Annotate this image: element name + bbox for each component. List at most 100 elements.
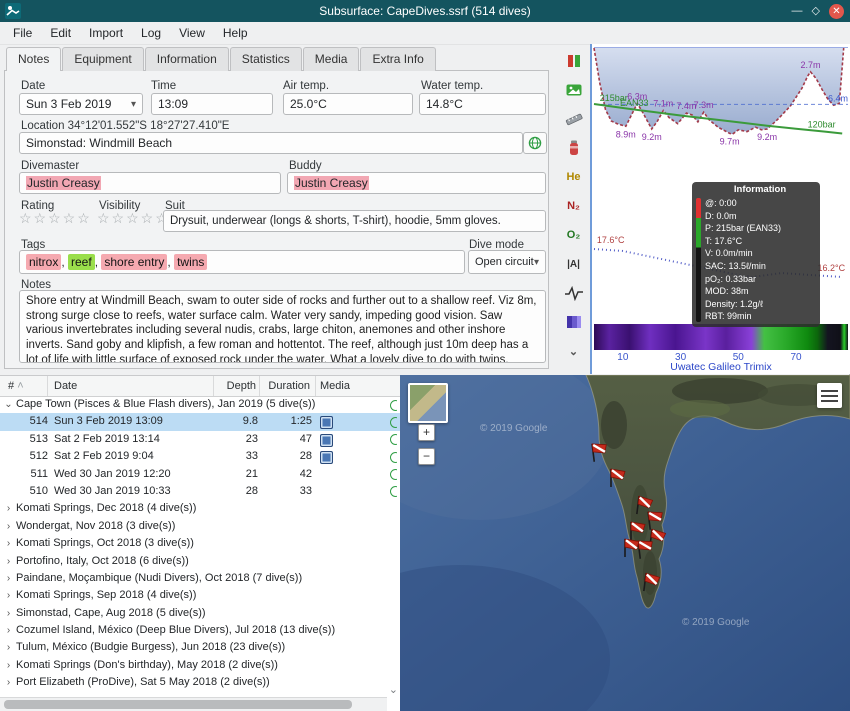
menu-file[interactable]: File: [4, 24, 41, 42]
dive-list: # ˄ Date Depth Duration Media ⌄ Cape Tow…: [0, 375, 400, 711]
ruler-toggle-button[interactable]: [562, 107, 586, 131]
air-temp-input[interactable]: 25.0°C: [283, 93, 413, 115]
table-row-dive-512[interactable]: 512 Sat 2 Feb 2019 9:04 33 28: [0, 448, 400, 465]
chevron-right-icon[interactable]: ›: [3, 639, 14, 656]
menu-edit[interactable]: Edit: [41, 24, 80, 42]
buddy-input[interactable]: Justin Creasy: [287, 172, 546, 194]
rating-stars[interactable]: ☆☆☆☆☆: [19, 210, 92, 227]
dive-flag-marker[interactable]: [589, 439, 612, 463]
svg-text:9.2m: 9.2m: [642, 132, 662, 142]
dive-profile-chart[interactable]: 6.4m103050706.3m7.1m7.4m7.3m2.7m8.9m9.2m…: [590, 44, 850, 374]
chevron-down-icon[interactable]: ⌄: [3, 396, 14, 413]
tag-chip[interactable]: nitrox: [26, 254, 61, 270]
chevron-right-icon[interactable]: ›: [3, 605, 14, 622]
tab-extra-info[interactable]: Extra Info: [360, 47, 435, 71]
chevron-right-icon[interactable]: ›: [3, 674, 14, 691]
dive-flag-marker[interactable]: [641, 570, 664, 594]
info-row: D: 0.0m: [705, 210, 815, 223]
globe-icon: [528, 136, 542, 150]
minimize-button[interactable]: —: [792, 3, 803, 19]
horizontal-scrollbar[interactable]: [0, 697, 387, 711]
edit-location-button[interactable]: [523, 132, 547, 154]
column-depth[interactable]: Depth: [214, 376, 260, 396]
tab-notes[interactable]: Notes: [6, 47, 61, 71]
map-menu-button[interactable]: [817, 383, 842, 408]
menu-help[interactable]: Help: [214, 24, 257, 42]
chevron-right-icon[interactable]: ›: [3, 518, 14, 535]
tag-chip[interactable]: shore entry: [101, 254, 167, 270]
pp-nitrogen-toggle-button[interactable]: N₂: [562, 194, 586, 218]
map-type-thumbnail[interactable]: [408, 383, 448, 423]
photos-toggle-button[interactable]: [562, 78, 586, 102]
zoom-in-button[interactable]: +: [418, 424, 435, 441]
tissues-icon: [565, 313, 583, 331]
menu-log[interactable]: Log: [132, 24, 170, 42]
tab-media[interactable]: Media: [303, 47, 360, 71]
chevron-right-icon[interactable]: ›: [3, 570, 14, 587]
visibility-stars[interactable]: ☆☆☆☆☆: [97, 210, 170, 227]
trip-row[interactable]: ›Paindane, Moçambique (Nudi Divers), Oct…: [0, 570, 400, 587]
heart-rate-toggle-button[interactable]: [562, 281, 586, 305]
suit-input[interactable]: Drysuit, underwear (longs & shorts, T-sh…: [163, 210, 546, 232]
dive-mode-select[interactable]: Open circuit▾: [468, 250, 546, 274]
zoom-out-button[interactable]: −: [418, 448, 435, 465]
tissues-toggle-button[interactable]: [562, 310, 586, 334]
divemaster-input[interactable]: Justin Creasy: [19, 172, 281, 194]
table-row-dive-514[interactable]: 514 Sun 3 Feb 2019 13:09 9.8 1:25: [0, 413, 400, 430]
column-date[interactable]: Date: [48, 376, 214, 396]
tank-bar-toggle-button[interactable]: [562, 136, 586, 160]
chevron-right-icon[interactable]: ›: [3, 587, 14, 604]
close-button[interactable]: ✕: [829, 4, 844, 19]
trip-row[interactable]: ›Simonstad, Cape, Aug 2018 (5 dive(s)): [0, 605, 400, 622]
trip-row-expanded[interactable]: ⌄ Cape Town (Pisces & Blue Flash divers)…: [0, 396, 400, 413]
tag-chip[interactable]: reef: [68, 254, 95, 270]
table-row-dive-511[interactable]: 511 Wed 30 Jan 2019 12:20 21 42: [0, 466, 400, 483]
column-number[interactable]: # ˄: [0, 376, 48, 396]
table-row-dive-513[interactable]: 513 Sat 2 Feb 2019 13:14 23 47: [0, 431, 400, 448]
trip-row[interactable]: ›Komati Springs, Dec 2018 (4 dive(s)): [0, 500, 400, 517]
profile-info-box: Information @: 0:00 D: 0.0m P: 215bar (E…: [692, 182, 820, 327]
chevron-right-icon[interactable]: ›: [3, 500, 14, 517]
trip-row[interactable]: ›Cozumel Island, México (Deep Blue Diver…: [0, 622, 400, 639]
scrollbar-down-arrow[interactable]: ⌄: [389, 683, 398, 696]
dive-flag-marker[interactable]: [622, 536, 642, 558]
tag-chip[interactable]: twins: [174, 254, 207, 270]
chevron-right-icon[interactable]: ›: [3, 553, 14, 570]
chevron-right-icon[interactable]: ›: [3, 535, 14, 552]
pp-oxygen-toggle-button[interactable]: O₂: [562, 223, 586, 247]
chevron-right-icon[interactable]: ›: [3, 622, 14, 639]
notes-textarea[interactable]: Shore entry at Windmill Beach, swam to o…: [19, 290, 546, 363]
ceiling-toggle-button[interactable]: |A|: [562, 252, 586, 276]
dive-flag-marker[interactable]: [608, 466, 628, 488]
chevron-right-icon[interactable]: ›: [3, 657, 14, 674]
tab-information[interactable]: Information: [145, 47, 229, 71]
tab-statistics[interactable]: Statistics: [230, 47, 302, 71]
trip-row[interactable]: ›Tulum, México (Budgie Burgess), Jun 201…: [0, 639, 400, 656]
table-row-dive-510[interactable]: 510 Wed 30 Jan 2019 10:33 28 33: [0, 483, 400, 500]
titlebar[interactable]: Subsurface: CapeDives.ssrf (514 dives) —…: [0, 0, 850, 22]
maximize-button[interactable]: ◇: [812, 3, 820, 19]
trip-row[interactable]: ›Komati Springs (Don's birthday), May 20…: [0, 657, 400, 674]
menu-import[interactable]: Import: [80, 24, 132, 42]
dive-sites-map[interactable]: © 2019 Google © 2019 Google + −: [400, 375, 850, 711]
trip-row[interactable]: ›Komati Springs, Sep 2018 (4 dive(s)): [0, 587, 400, 604]
menu-view[interactable]: View: [170, 24, 214, 42]
trip-row[interactable]: ›Wondergat, Nov 2018 (3 dive(s)): [0, 518, 400, 535]
tab-equipment[interactable]: Equipment: [62, 47, 143, 71]
location-input[interactable]: Simonstad: Windmill Beach: [19, 132, 523, 154]
trip-row[interactable]: ›Portofino, Italy, Oct 2018 (6 dive(s)): [0, 553, 400, 570]
column-media[interactable]: Media: [316, 376, 356, 396]
trip-row[interactable]: ›Komati Springs, Oct 2018 (3 dive(s)): [0, 535, 400, 552]
scrollbar-thumb[interactable]: [4, 700, 352, 709]
tags-input[interactable]: nitrox, reef, shore entry, twins: [19, 250, 465, 274]
trip-row[interactable]: ›Port Elizabeth (ProDive), Sat 5 May 201…: [0, 674, 400, 691]
globe-icon: [390, 469, 397, 480]
collapse-chevron-icon[interactable]: ⌄: [562, 339, 586, 363]
column-duration[interactable]: Duration: [260, 376, 316, 396]
time-input[interactable]: 13:09: [151, 93, 273, 115]
scale-toggle-button[interactable]: [562, 49, 586, 73]
air-temp-label: Air temp.: [283, 80, 329, 92]
pp-helium-toggle-button[interactable]: He: [562, 165, 586, 189]
date-select[interactable]: Sun 3 Feb 2019▾: [19, 93, 143, 115]
water-temp-input[interactable]: 14.8°C: [419, 93, 546, 115]
